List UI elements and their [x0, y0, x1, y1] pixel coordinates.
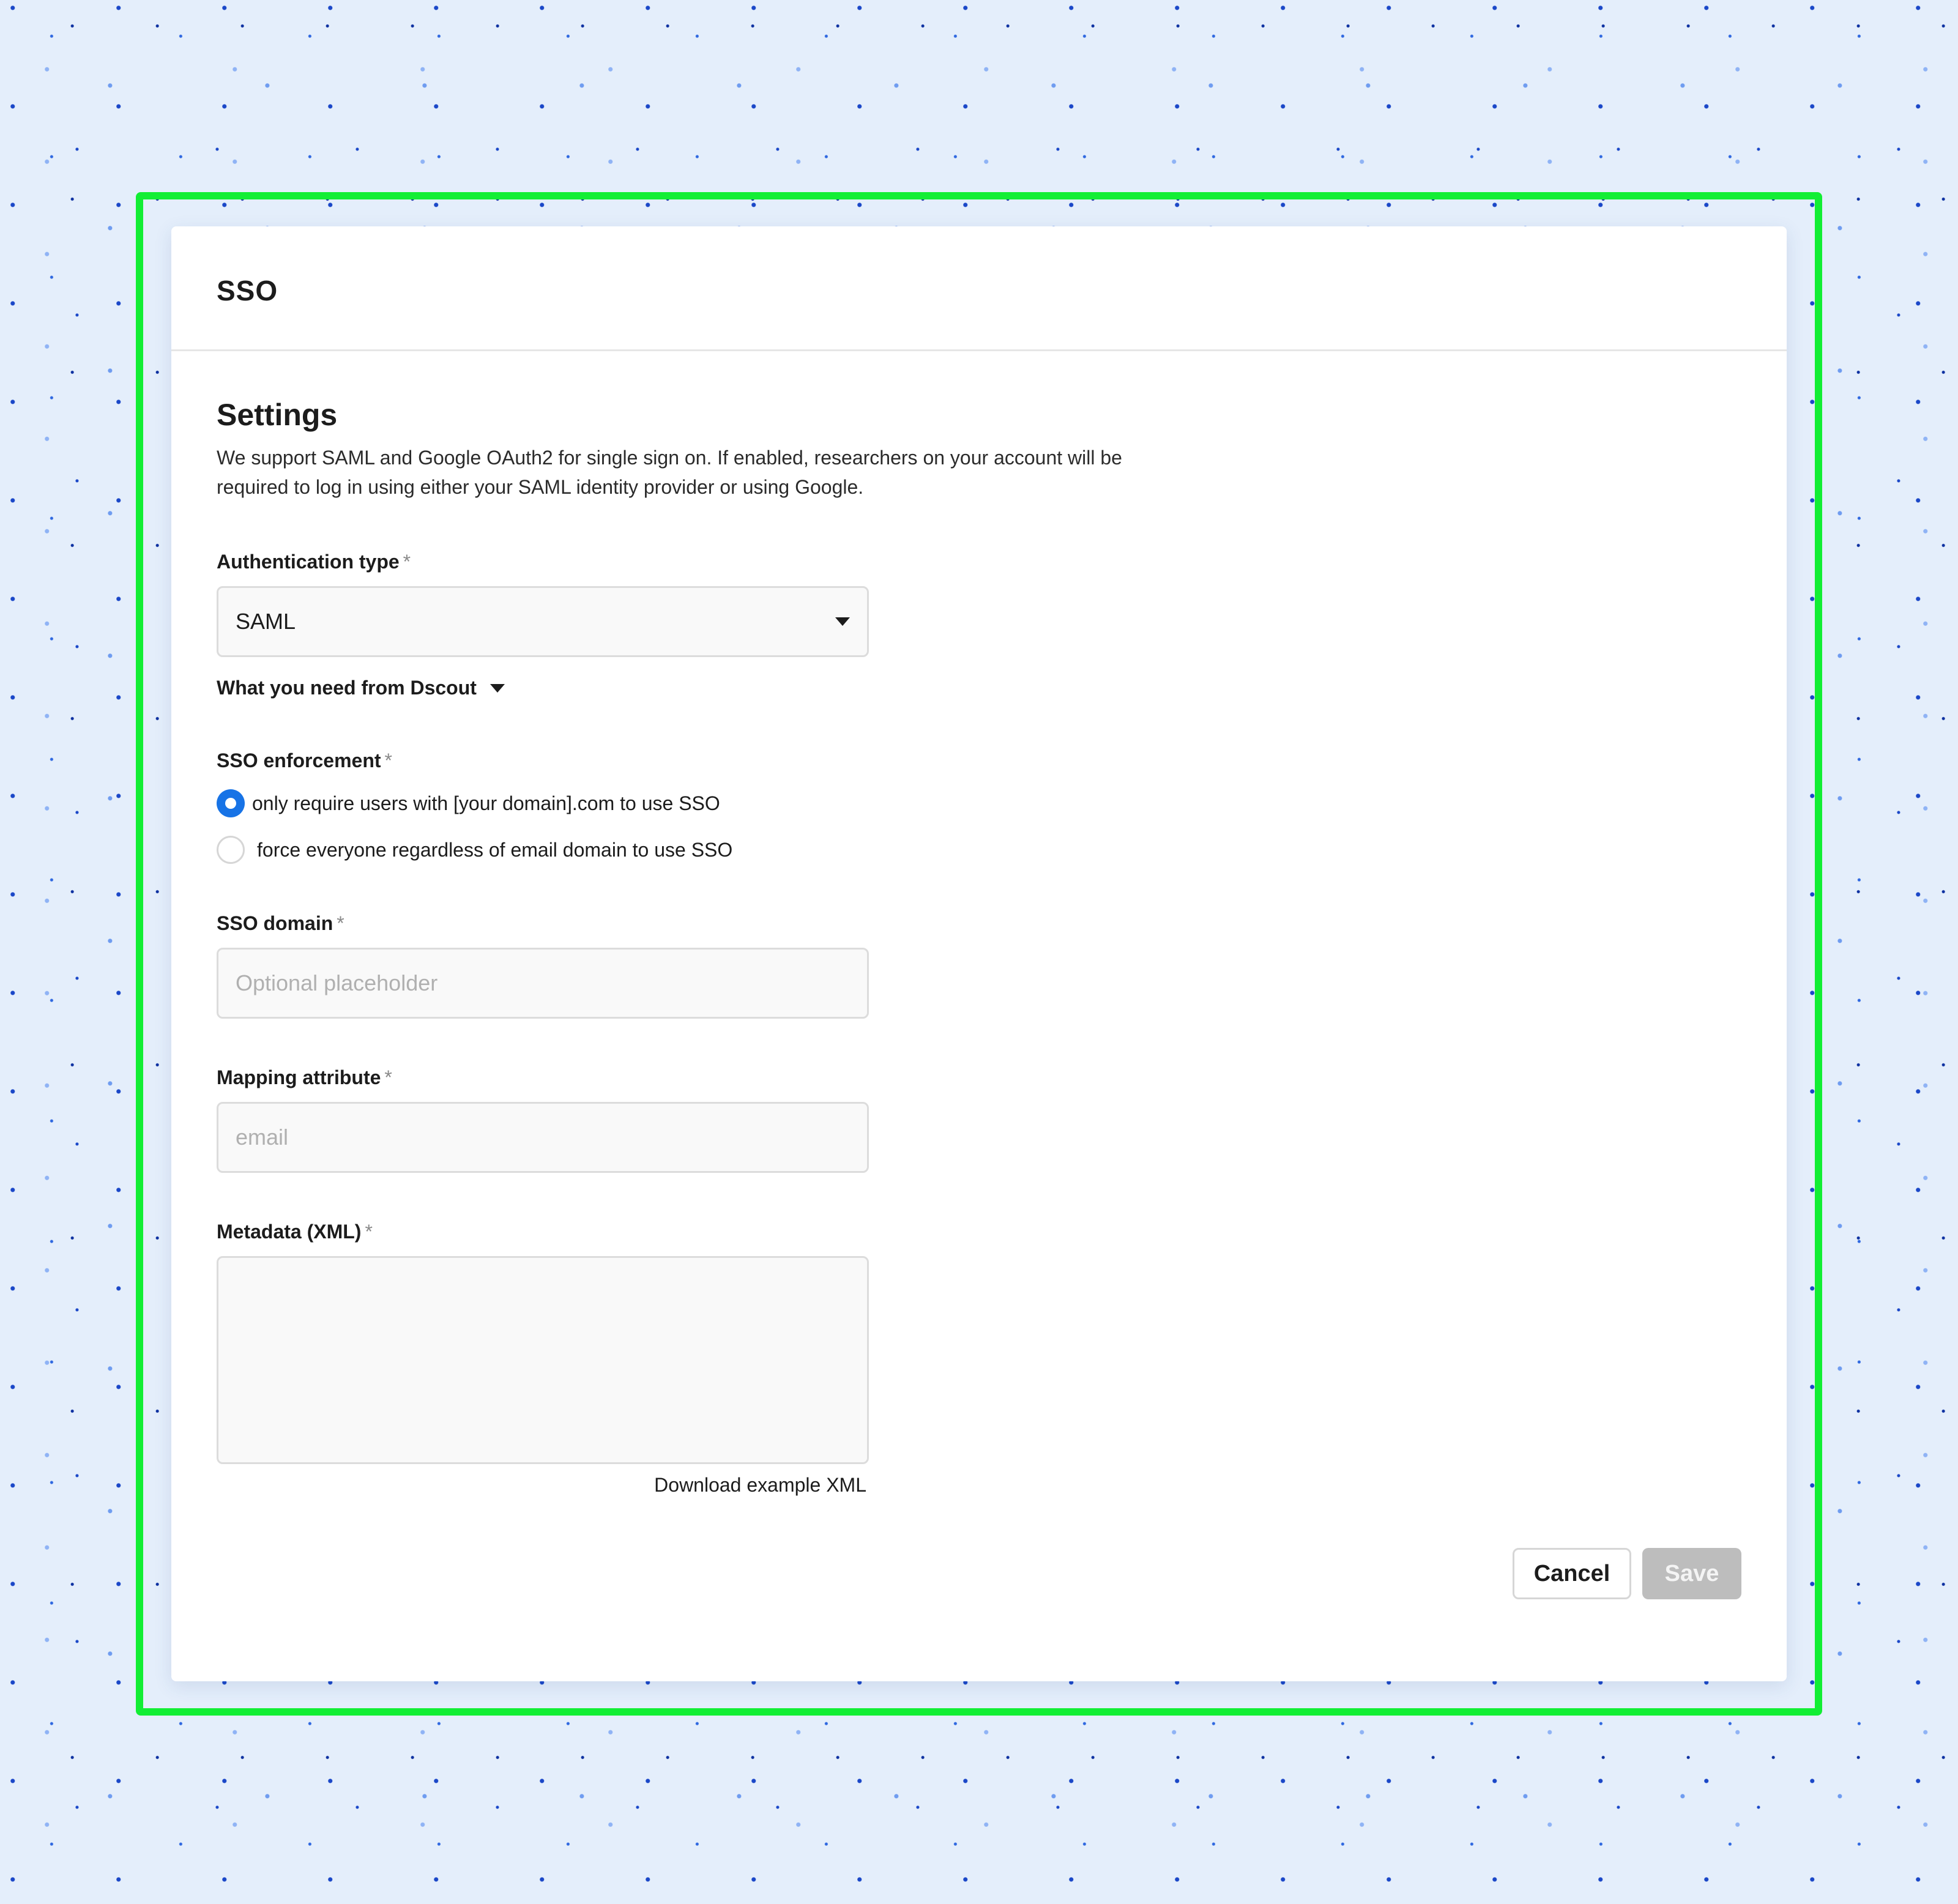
required-mark: *	[384, 1066, 392, 1088]
chevron-down-icon	[835, 617, 850, 626]
sso-domain-placeholder: Optional placeholder	[236, 970, 438, 995]
auth-type-label: Authentication type *	[217, 549, 1741, 574]
auth-type-selected-value: SAML	[236, 609, 296, 634]
auth-type-group: Authentication type * SAML What you need …	[217, 549, 1741, 699]
enforcement-label-text: SSO enforcement	[217, 749, 381, 772]
metadata-label-text: Metadata (XML)	[217, 1221, 362, 1243]
sso-domain-input[interactable]: Optional placeholder	[217, 948, 869, 1019]
dialog-body: Settings We support SAML and Google OAut…	[171, 351, 1787, 1497]
disclosure-label: What you need from Dscout	[217, 677, 477, 699]
required-mark: *	[384, 749, 392, 772]
required-mark: *	[365, 1221, 373, 1243]
metadata-group: Metadata (XML) * Download example XML	[217, 1219, 1741, 1497]
cancel-button[interactable]: Cancel	[1513, 1548, 1631, 1599]
mapping-label: Mapping attribute *	[217, 1065, 1741, 1090]
mapping-placeholder: email	[236, 1125, 289, 1150]
enforcement-option-domain[interactable]: only require users with [your domain].co…	[217, 789, 1741, 818]
save-button[interactable]: Save	[1642, 1548, 1741, 1599]
radio-unchecked[interactable]	[217, 836, 245, 864]
settings-heading: Settings	[217, 398, 338, 432]
metadata-textarea[interactable]	[217, 1256, 869, 1464]
auth-type-select[interactable]: SAML	[217, 586, 869, 657]
sso-domain-label: SSO domain *	[217, 911, 1741, 935]
what-you-need-disclosure[interactable]: What you need from Dscout	[217, 677, 1741, 699]
radio-checked[interactable]	[217, 789, 245, 817]
mapping-attribute-input[interactable]: email	[217, 1102, 869, 1173]
sso-domain-label-text: SSO domain	[217, 912, 333, 934]
required-mark: *	[403, 551, 411, 573]
dialog-title: SSO	[217, 275, 278, 307]
enforcement-option-everyone[interactable]: force everyone regardless of email domai…	[217, 835, 1741, 865]
auth-type-label-text: Authentication type	[217, 551, 400, 573]
required-mark: *	[337, 912, 344, 934]
enforcement-option-label: force everyone regardless of email domai…	[257, 838, 733, 861]
metadata-label: Metadata (XML) *	[217, 1219, 1741, 1244]
sso-dialog: SSO Settings We support SAML and Google …	[171, 226, 1787, 1681]
sso-domain-group: SSO domain * Optional placeholder	[217, 911, 1741, 1019]
mapping-label-text: Mapping attribute	[217, 1066, 381, 1088]
enforcement-label: SSO enforcement *	[217, 748, 1741, 773]
enforcement-group: SSO enforcement * only require users with…	[217, 748, 1741, 865]
settings-description: We support SAML and Google OAuth2 for si…	[217, 447, 1122, 498]
caret-down-icon	[489, 683, 505, 693]
dialog-header: SSO	[171, 226, 1787, 351]
mapping-group: Mapping attribute * email	[217, 1065, 1741, 1173]
enforcement-option-label: only require users with [your domain].co…	[252, 792, 720, 814]
download-example-xml-link[interactable]: Download example XML	[217, 1474, 869, 1497]
